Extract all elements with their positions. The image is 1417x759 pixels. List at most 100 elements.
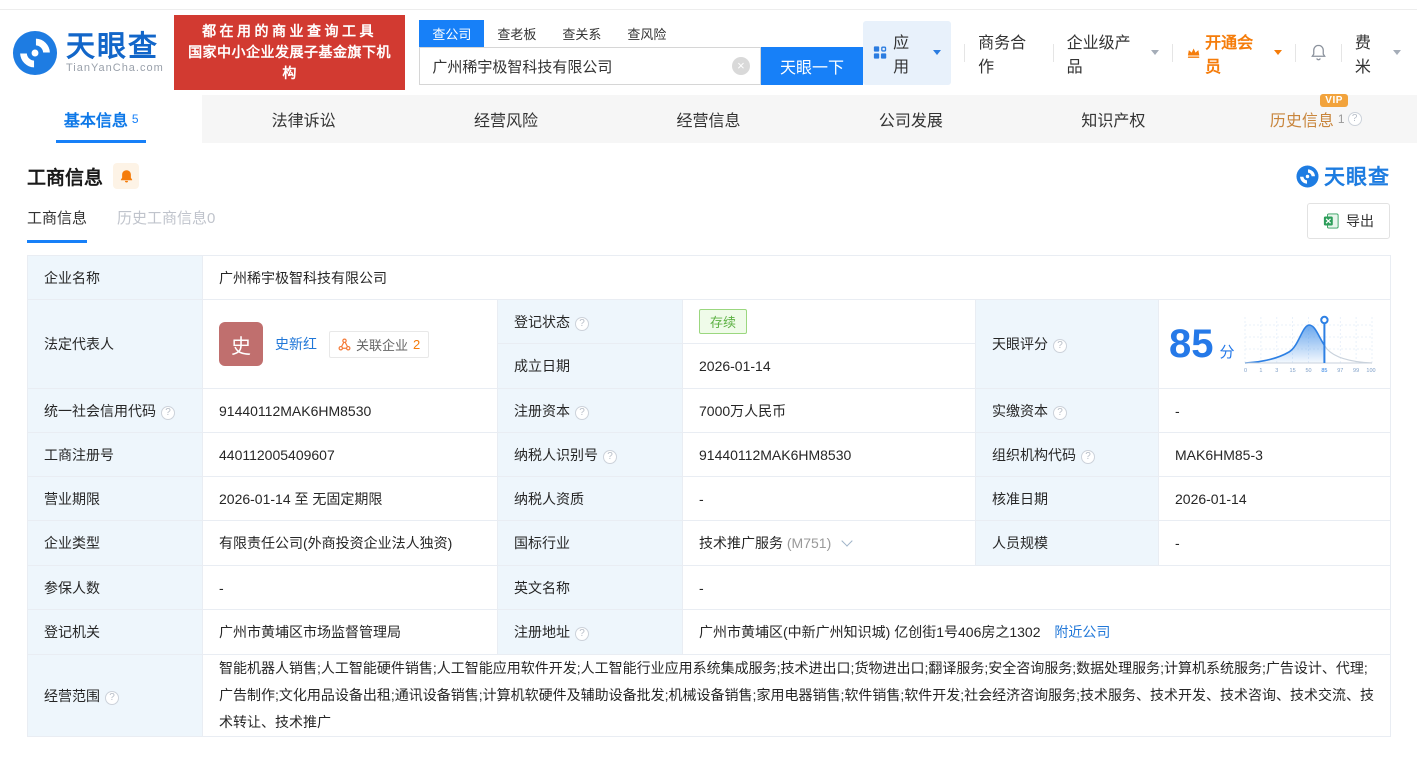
tab-operating-risk[interactable]: 经营风险 [405,95,607,143]
field-english-name-label: 英文名称 [498,566,683,610]
field-taxpayer-id-label: 纳税人识别号? [498,433,683,477]
chevron-down-icon[interactable] [841,535,852,546]
tianyancha-logo[interactable]: 天眼查 TianYanCha.com [12,30,164,76]
apps-grid-icon [873,45,887,60]
tab-basic-info[interactable]: 基本信息 5 [0,95,202,143]
svg-text:99: 99 [1353,368,1359,374]
field-business-term-value: 2026-01-14 至 无固定期限 [203,477,498,521]
legal-rep-link[interactable]: 史新红 [275,334,317,354]
user-menu[interactable]: 费米 [1355,29,1401,77]
business-info-table: 企业名称 广州稀宇极智科技有限公司 法定代表人 史 史新红 关联企业 2 [27,255,1391,737]
tab-legal-litigation[interactable]: 法律诉讼 [202,95,404,143]
svg-text:50: 50 [1305,368,1311,374]
vip-upgrade-link[interactable]: 开通会员 [1186,29,1282,77]
legal-rep-avatar[interactable]: 史 [219,322,263,366]
field-reg-authority-value: 广州市黄埔区市场监督管理局 [203,610,498,655]
search-tab-company[interactable]: 查公司 [419,20,484,47]
company-section-tabs: 基本信息 5 法律诉讼 经营风险 经营信息 公司发展 知识产权 历史信息 VIP… [0,95,1417,143]
svg-text:97: 97 [1337,368,1343,374]
export-button[interactable]: 导出 [1307,203,1390,239]
table-row: 统一社会信用代码? 91440112MAK6HM8530 注册资本? 7000万… [28,389,1391,433]
notification-bell-icon[interactable] [1309,43,1328,62]
subtab-history-business-info[interactable]: 历史工商信息0 [117,207,215,243]
table-row: 企业类型 有限责任公司(外商投资企业法人独资) 国标行业 技术推广服务 (M75… [28,521,1391,566]
help-icon[interactable]: ? [1081,450,1095,464]
chevron-down-icon [1393,50,1401,55]
help-icon[interactable]: ? [1053,406,1067,420]
industry-code: (M751) [787,535,831,551]
field-org-code-value: MAK6HM85-3 [1159,433,1391,477]
related-companies-badge[interactable]: 关联企业 2 [329,331,429,358]
chart-x-ticks: 0 1 3 15 50 85 97 99 100 [1243,368,1375,374]
field-reg-status-label: 登记状态? [498,300,683,344]
field-approval-date-value: 2026-01-14 [1159,477,1391,521]
help-icon[interactable]: ? [575,317,589,331]
help-icon[interactable]: ? [575,627,589,641]
help-icon[interactable]: ? [575,406,589,420]
vip-badge: VIP [1320,94,1348,107]
table-row: 经营范围? 智能机器人销售;人工智能硬件销售;人工智能应用软件开发;人工智能行业… [28,655,1391,737]
tab-label: 历史信息 [1270,113,1334,130]
help-icon[interactable]: ? [1348,112,1362,126]
table-row: 登记机关 广州市黄埔区市场监督管理局 注册地址? 广州市黄埔区(中新广州知识城)… [28,610,1391,655]
search-tab-relation[interactable]: 查关系 [549,20,614,47]
tab-label: 基本信息 [64,107,128,131]
subscribe-bell-icon[interactable] [113,163,139,189]
help-icon[interactable]: ? [603,450,617,464]
score-value: 85 [1169,324,1214,364]
tianyancha-logo-icon [12,30,58,76]
tab-intellectual-property[interactable]: 知识产权 [1012,95,1214,143]
divider [1053,44,1054,62]
logo-title: 天眼查 [66,32,164,62]
field-reg-address-value: 广州市黄埔区(中新广州知识城) 亿创街1号406房之1302 [699,624,1041,640]
search-input[interactable] [420,48,760,84]
promo-banner: 都在用的商业查询工具 国家中小企业发展子基金旗下机构 [174,15,406,90]
field-staff-size-value: - [1159,521,1391,566]
apps-menu[interactable]: 应用 [863,21,951,85]
svg-text:3: 3 [1275,368,1278,374]
field-reg-capital-label: 注册资本? [498,389,683,433]
field-reg-capital-value: 7000万人民币 [683,389,976,433]
field-approval-date-label: 核准日期 [976,477,1159,521]
field-reg-number-value: 440112005409607 [203,433,498,477]
field-insured-count-value: - [203,566,498,610]
field-paid-capital-label: 实缴资本? [976,389,1159,433]
help-icon[interactable]: ? [161,406,175,420]
search-button[interactable]: 天眼一下 [761,47,863,85]
tab-operating-info[interactable]: 经营信息 [607,95,809,143]
enterprise-products-menu[interactable]: 企业级产品 [1067,29,1159,77]
banner-line1: 都在用的商业查询工具 [184,21,396,42]
svg-text:15: 15 [1289,368,1295,374]
search-block: 查公司 查老板 查关系 查风险 × 天眼一下 [419,20,863,85]
field-industry-value[interactable]: 技术推广服务 (M751) [683,521,976,566]
search-tab-risk[interactable]: 查风险 [614,20,679,47]
field-paid-capital-value: - [1159,389,1391,433]
apps-label: 应用 [893,29,923,77]
chevron-down-icon [1151,50,1159,55]
tab-label: 经营信息 [676,107,740,131]
field-business-scope-value: 智能机器人销售;人工智能硬件销售;人工智能应用软件开发;人工智能行业应用系统集成… [203,655,1391,737]
nearby-companies-link[interactable]: 附近公司 [1054,624,1110,640]
field-reg-address-label: 注册地址? [498,610,683,655]
tab-history-info[interactable]: 历史信息 VIP 1 ? [1215,95,1417,143]
help-icon[interactable]: ? [105,691,119,705]
table-row: 工商注册号 440112005409607 纳税人识别号? 91440112MA… [28,433,1391,477]
field-taxpayer-quality-label: 纳税人资质 [498,477,683,521]
svg-text:85: 85 [1321,368,1327,374]
search-tab-boss[interactable]: 查老板 [484,20,549,47]
org-chart-icon [338,338,351,351]
help-icon[interactable]: ? [1053,339,1067,353]
subtab-business-info[interactable]: 工商信息 [27,207,87,243]
tianyancha-logo-icon [1296,165,1319,188]
tab-label: 法律诉讼 [272,107,336,131]
divider [1295,44,1296,62]
clear-icon[interactable]: × [732,57,750,75]
business-cooperation-link[interactable]: 商务合作 [978,29,1040,77]
field-company-name-label: 企业名称 [28,256,203,300]
tab-count: 5 [132,112,139,126]
field-established-label: 成立日期 [498,344,683,389]
tab-company-development[interactable]: 公司发展 [810,95,1012,143]
status-badge: 存续 [699,309,747,334]
excel-icon [1323,213,1339,229]
field-business-scope-label: 经营范围? [28,655,203,737]
